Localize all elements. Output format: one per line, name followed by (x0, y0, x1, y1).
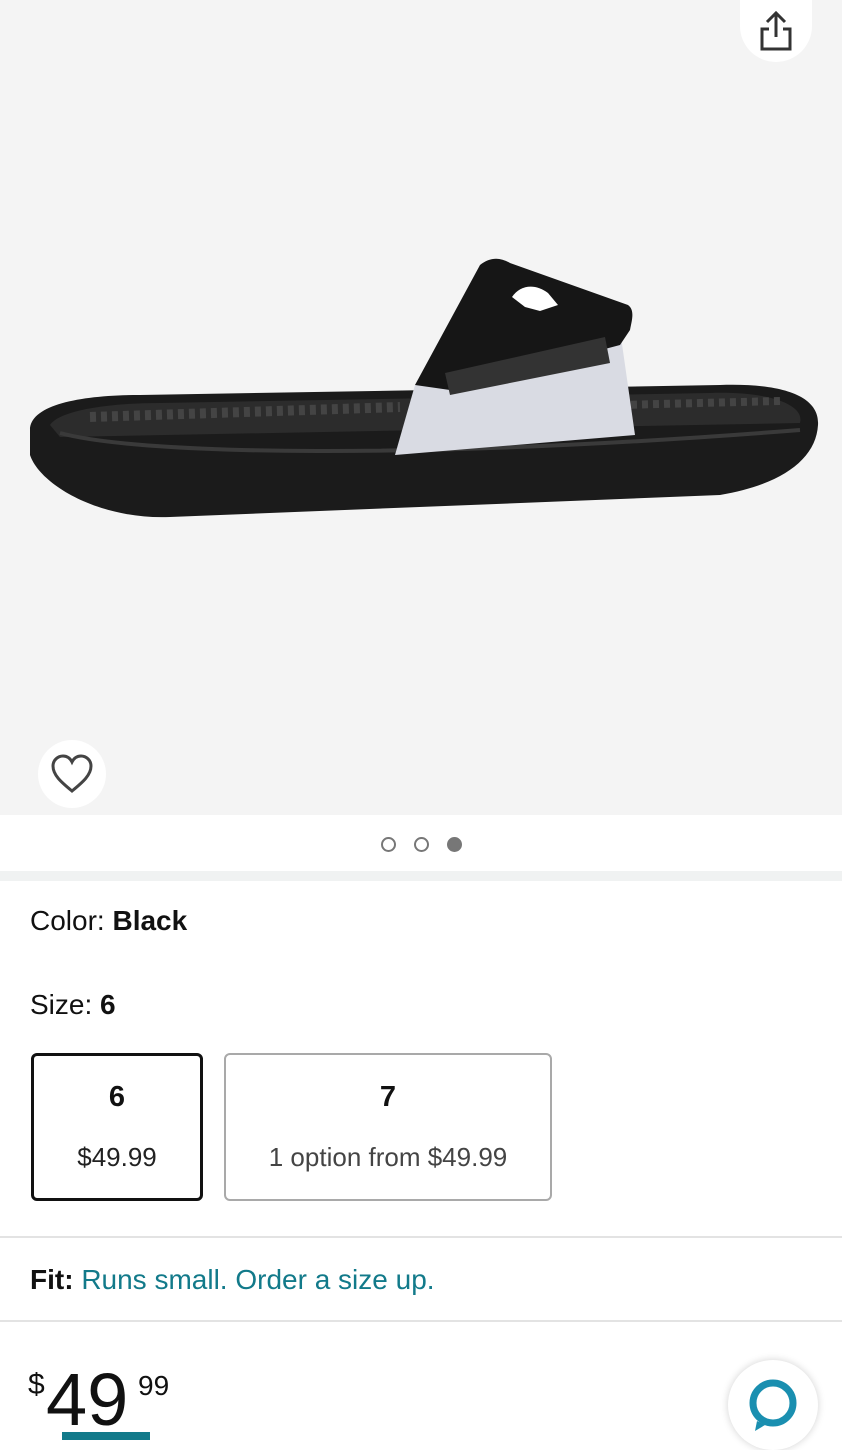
size-option-price: $49.99 (77, 1142, 157, 1172)
fit-label: Fit: (30, 1264, 74, 1295)
size-option-6[interactable]: 6 $49.99 (31, 1053, 203, 1201)
section-separator (0, 871, 842, 881)
image-pagination-dots (0, 815, 842, 873)
product-image-sandal[interactable] (20, 255, 825, 535)
size-option-number: 6 (108, 1081, 126, 1113)
pagination-dot-2[interactable] (413, 836, 429, 852)
price-currency: $ (28, 1368, 45, 1401)
color-label: Color: (30, 905, 113, 936)
heart-icon (51, 754, 93, 793)
size-label: Size: (30, 989, 101, 1020)
pagination-dot-3-active[interactable] (446, 836, 462, 852)
alexa-icon (749, 1379, 797, 1431)
price-whole: 49 (46, 1358, 129, 1441)
size-selection-label: Size: 6 (30, 989, 116, 1021)
accent-bar (62, 1432, 150, 1440)
alexa-button[interactable] (728, 1360, 818, 1450)
color-selection-label: Color: Black (30, 905, 187, 937)
size-value: 6 (100, 989, 116, 1020)
color-value: Black (112, 905, 188, 936)
product-image-gallery[interactable] (0, 0, 842, 815)
price-fraction: 99 (138, 1370, 170, 1401)
size-option-number: 7 (379, 1081, 397, 1113)
divider (0, 1236, 842, 1238)
size-option-7[interactable]: 7 1 option from $49.99 (224, 1053, 552, 1201)
pagination-dot-1[interactable] (380, 836, 396, 852)
divider (0, 1320, 842, 1322)
fit-recommendation-link[interactable]: Runs small. Order a size up. (81, 1264, 434, 1295)
add-to-wishlist-button[interactable] (38, 740, 106, 808)
size-option-price: 1 option from $49.99 (268, 1142, 508, 1172)
fit-info: Fit: Runs small. Order a size up. (30, 1264, 435, 1296)
share-icon (760, 10, 792, 51)
share-button[interactable] (740, 0, 812, 62)
